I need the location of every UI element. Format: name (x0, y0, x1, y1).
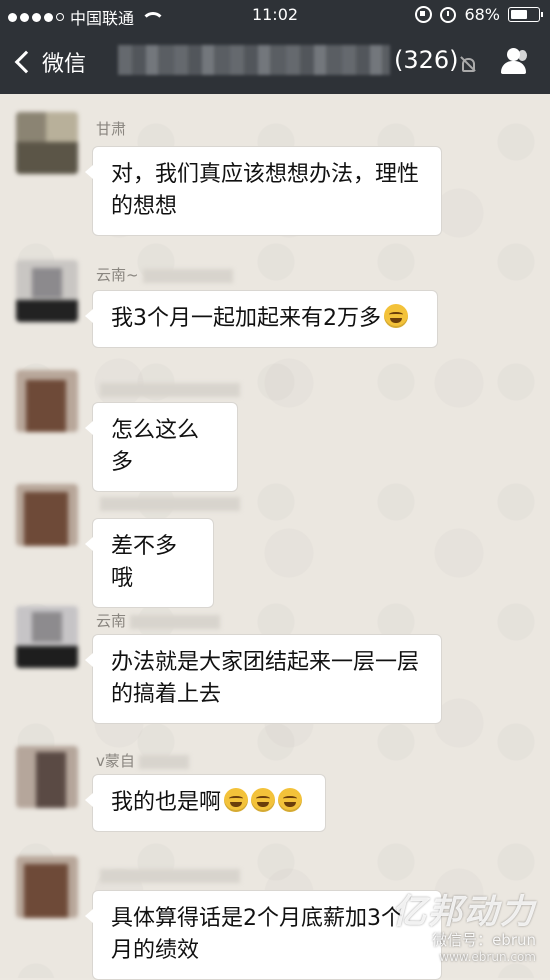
message-bubble[interactable]: 怎么这么多 (85, 402, 238, 492)
avatar[interactable] (16, 856, 78, 918)
alarm-icon (440, 6, 457, 23)
battery-percent: 68% (464, 5, 500, 24)
rotation-lock-icon (415, 6, 433, 23)
message-text: 差不多哦 (111, 534, 178, 591)
message-text: 办法就是大家团结起来一层一层的搞着上去 (111, 650, 420, 707)
sender-name (96, 380, 240, 398)
message-text: 我3个月一起加起来有2万多 (111, 306, 381, 331)
watermark-brand: 亿邦动力 (392, 892, 536, 932)
avatar[interactable] (16, 260, 78, 322)
battery-icon (508, 7, 543, 22)
message-text: 怎么这么多 (111, 418, 200, 475)
watermark-url: www.ebrun.com (439, 950, 536, 964)
grin-emoji-icon (384, 304, 408, 328)
message-bubble[interactable]: 我的也是啊 (85, 774, 326, 832)
nav-bar: 微信 (326) (0, 30, 550, 94)
message-text: 具体算得话是2个月底薪加3个月的绩效 (111, 906, 403, 963)
avatar[interactable] (16, 746, 78, 808)
sender-name: 云南~ (96, 264, 233, 285)
chat-title: (326) (118, 45, 459, 75)
message-bubble[interactable]: 办法就是大家团结起来一层一层的搞着上去 (85, 634, 442, 724)
member-count: (326) (394, 46, 459, 74)
crying-laugh-emoji-icon (251, 788, 276, 812)
group-info-button[interactable] (498, 48, 530, 76)
avatar[interactable] (16, 484, 78, 546)
avatar[interactable] (16, 606, 78, 668)
chat-area[interactable]: 甘肃 对，我们真应该想想办法，理性的想想 云南~ 我3个月一起加起来有2万多 怎… (0, 94, 550, 980)
message-text: 对，我们真应该想想办法，理性的想想 (111, 162, 420, 219)
mute-icon (460, 57, 475, 72)
sender-name (96, 866, 240, 884)
message-text: 我的也是啊 (111, 790, 222, 815)
status-right: 68% (415, 5, 543, 24)
message-bubble[interactable]: 差不多哦 (85, 518, 214, 608)
chevron-left-icon (14, 50, 38, 74)
back-label: 微信 (42, 52, 87, 77)
crying-laugh-emoji-icon (224, 788, 249, 812)
sender-name: 云南 (96, 610, 221, 631)
blurred-group-name (118, 45, 390, 75)
status-bar: 中国联通 11:02 68% (0, 0, 550, 30)
crying-laugh-emoji-icon (278, 788, 303, 812)
avatar[interactable] (16, 112, 78, 174)
back-button[interactable]: 微信 (12, 46, 86, 78)
sender-name: 甘肃 (96, 120, 127, 138)
avatar[interactable] (16, 370, 78, 432)
wechat-icon (402, 929, 427, 950)
watermark: 亿邦动力 微信号：ebrun www.ebrun.com (392, 884, 536, 964)
sender-name: v蒙自 (96, 750, 189, 771)
message-bubble[interactable]: 我3个月一起加起来有2万多 (85, 290, 438, 348)
message-bubble[interactable]: 对，我们真应该想想办法，理性的想想 (85, 146, 442, 236)
message-bubble[interactable]: 具体算得话是2个月底薪加3个月的绩效 (85, 890, 442, 980)
watermark-account: 微信号：ebrun (432, 931, 536, 949)
sender-name (96, 494, 240, 512)
